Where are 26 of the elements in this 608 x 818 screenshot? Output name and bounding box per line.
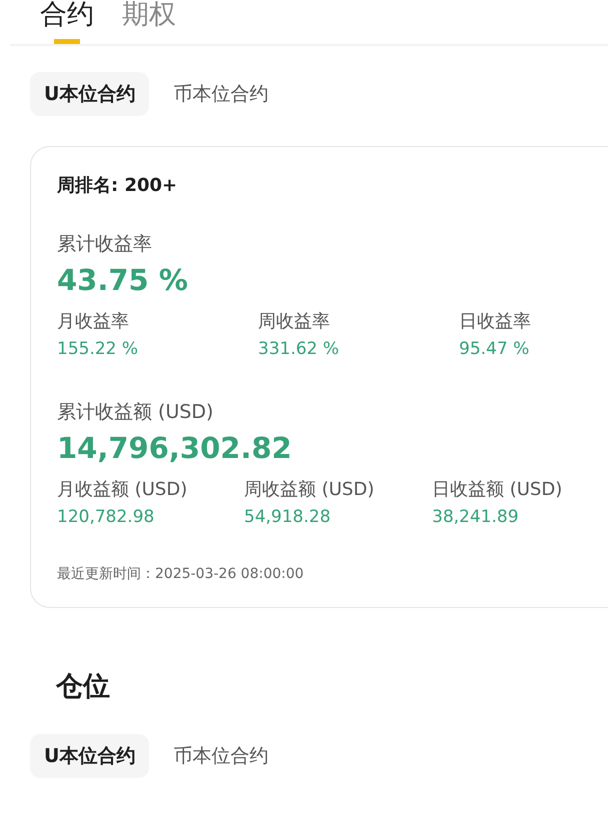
- weekly-rank: 周排名: 200+: [57, 174, 178, 197]
- section-title: 仓位: [56, 670, 111, 704]
- period-value: 95.47 %: [459, 339, 530, 359]
- period-value: 155.22 %: [57, 339, 138, 359]
- contract-type-tab[interactable]: 币本位合约: [159, 734, 282, 778]
- contract-type-tab[interactable]: 币本位合约: [159, 72, 282, 116]
- contract-type-tab[interactable]: U本位合约: [30, 734, 150, 778]
- period-value: 54,918.28: [244, 507, 331, 527]
- stat-label: 累计收益额 (USD): [57, 400, 214, 425]
- period-value: 120,782.98: [57, 507, 154, 527]
- period-label: 周收益率: [258, 310, 331, 333]
- category-tab[interactable]: 期权: [122, 0, 176, 44]
- period-value: 331.62 %: [258, 339, 340, 359]
- update-time: 最近更新时间：2025-03-26 08:00:00: [57, 565, 305, 583]
- period-label: 日收益额 (USD): [432, 478, 564, 501]
- contract-type-tab[interactable]: U本位合约: [30, 72, 150, 116]
- stat-value: 14,796,302.82: [57, 431, 293, 465]
- period-label: 月收益率: [57, 310, 130, 333]
- active-tab-indicator: [54, 39, 80, 44]
- period-label: 周收益额 (USD): [244, 478, 376, 501]
- period-label: 日收益率: [459, 310, 532, 333]
- stat-label: 累计收益率: [57, 232, 153, 257]
- category-tab[interactable]: 合约: [40, 0, 94, 44]
- period-value: 38,241.89: [432, 507, 519, 527]
- stat-value: 43.75 %: [57, 263, 189, 297]
- period-label: 月收益额 (USD): [57, 478, 188, 501]
